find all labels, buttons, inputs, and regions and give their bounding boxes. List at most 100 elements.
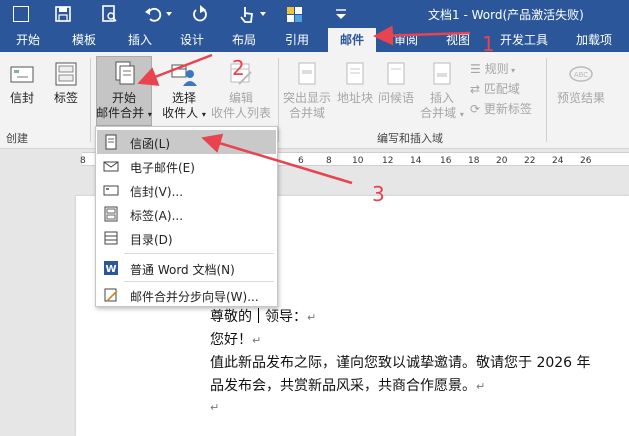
match-fields-icon: ⇄ bbox=[470, 82, 484, 96]
select-dropdown-icon: ▾ bbox=[201, 110, 206, 119]
menu-label: 普通 Word 文档(N) bbox=[130, 263, 235, 277]
menu-label: 信函(L) bbox=[130, 137, 171, 151]
group-create-label: 创建 bbox=[6, 132, 28, 145]
tab-home[interactable]: 开始 bbox=[6, 28, 50, 52]
address-block-button[interactable]: 地址块 bbox=[335, 60, 375, 106]
ruler-number: 18 bbox=[468, 156, 480, 166]
paragraph-mark: ↵ bbox=[252, 334, 262, 347]
doc-salutation[interactable]: 尊敬的 领导：↵ bbox=[210, 306, 316, 326]
greeting-text: 您好！ bbox=[210, 332, 252, 348]
rules-dropdown-icon: ▾ bbox=[508, 66, 516, 75]
menu-item-directory[interactable]: 目录(D) bbox=[97, 226, 276, 250]
word-doc-icon: W bbox=[104, 261, 118, 275]
undo-icon[interactable] bbox=[142, 3, 164, 25]
customize-qat-icon[interactable] bbox=[330, 3, 352, 25]
envelopes-label: 信封 bbox=[9, 91, 34, 105]
tab-templates[interactable]: 模板 bbox=[62, 28, 106, 52]
insert-merge-field-button[interactable]: 插入 合并域 ▾ bbox=[418, 60, 466, 122]
word-logo-icon bbox=[13, 6, 29, 22]
tab-mailings[interactable]: 邮件 bbox=[328, 28, 376, 52]
tab-view[interactable]: 视图 bbox=[436, 28, 480, 52]
rules-button[interactable]: ☰ 规则 ▾ bbox=[470, 62, 515, 78]
preview-results-icon: ABC bbox=[569, 66, 593, 82]
save-icon[interactable] bbox=[52, 3, 74, 25]
menu-item-normal-word-doc[interactable]: W 普通 Word 文档(N) bbox=[97, 256, 276, 280]
menu-item-letters[interactable]: 信函(L) bbox=[97, 130, 276, 154]
highlight-fields-icon bbox=[298, 62, 316, 85]
menu-label: 信封(V)... bbox=[130, 185, 184, 199]
menu-separator bbox=[124, 253, 274, 254]
svg-text:W: W bbox=[105, 264, 116, 275]
group-separator bbox=[546, 58, 547, 142]
preview-results-button[interactable]: ABC 预览结果 bbox=[552, 60, 610, 106]
menu-label: 电子邮件(E) bbox=[130, 161, 195, 175]
doc-body-line[interactable]: 值此新品发布之际，谨向您致以诚挚邀请。敬请您于 2026 年 bbox=[210, 352, 591, 372]
menu-item-labels[interactable]: 标签(A)... bbox=[97, 202, 276, 226]
ruler-number: 20 bbox=[496, 156, 508, 166]
touch-mode-icon[interactable] bbox=[236, 3, 258, 25]
menu-item-envelopes[interactable]: 信封(V)... bbox=[97, 178, 276, 202]
body-text: 品发布会，共赏新品风采，共商合作愿景。 bbox=[210, 378, 476, 394]
select-recipients-line2: 收件人 bbox=[162, 106, 199, 120]
tab-references[interactable]: 引用 bbox=[275, 28, 319, 52]
quick-access-custom-icon[interactable] bbox=[284, 3, 306, 25]
highlight-line2: 合并域 bbox=[288, 106, 325, 120]
match-fields-button[interactable]: ⇄ 匹配域 bbox=[470, 82, 520, 97]
text-cursor bbox=[258, 308, 259, 323]
envelope-icon bbox=[10, 66, 34, 83]
highlight-merge-fields-button[interactable]: 突出显示 合并域 bbox=[280, 60, 334, 121]
greeting-line-button[interactable]: 问候语 bbox=[376, 60, 416, 106]
start-mail-merge-line2: 邮件合并 bbox=[96, 106, 145, 120]
email-icon bbox=[103, 161, 119, 172]
touch-dropdown-icon[interactable] bbox=[256, 3, 278, 25]
redo-icon[interactable] bbox=[190, 3, 212, 25]
tab-layout[interactable]: 布局 bbox=[222, 28, 266, 52]
menu-item-email[interactable]: 电子邮件(E) bbox=[97, 154, 276, 178]
ruler-number: 26 bbox=[580, 156, 592, 166]
select-recipients-line1: 选择 bbox=[171, 91, 196, 105]
ruler-number: 24 bbox=[552, 156, 564, 166]
ruler-number: 8 bbox=[80, 156, 86, 166]
select-recipients-button[interactable]: 选择 收件人 ▾ bbox=[158, 60, 210, 122]
group-separator bbox=[278, 58, 279, 142]
update-labels-label: 更新标签 bbox=[483, 102, 532, 116]
undo-dropdown-icon[interactable] bbox=[162, 3, 184, 25]
salutation-title: 领导： bbox=[265, 309, 307, 325]
tab-addins[interactable]: 加载项 bbox=[566, 28, 622, 52]
start-mail-merge-button[interactable]: 开始 邮件合并 ▾ bbox=[96, 60, 152, 122]
tab-design[interactable]: 设计 bbox=[170, 28, 214, 52]
print-preview-icon[interactable] bbox=[98, 3, 120, 25]
labels-button[interactable]: 标签 bbox=[48, 60, 84, 106]
mail-merge-icon bbox=[115, 61, 135, 85]
envelopes-button[interactable]: 信封 bbox=[4, 60, 40, 106]
doc-greeting[interactable]: 您好！↵ bbox=[210, 329, 261, 349]
preview-results-label: 预览结果 bbox=[556, 91, 605, 105]
tab-review[interactable]: 审阅 bbox=[384, 28, 428, 52]
menu-label: 标签(A)... bbox=[130, 209, 184, 223]
wizard-icon bbox=[104, 288, 118, 302]
menu-item-step-by-step-wizard[interactable]: 邮件合并分步向导(W)... bbox=[97, 283, 276, 307]
mail-merge-dropdown-menu: 信函(L) 电子邮件(E) 信封(V)... 标签(A)... 目录(D) W … bbox=[95, 126, 278, 307]
doc-body-line2[interactable]: 品发布会，共赏新品风采，共商合作愿景。↵ bbox=[210, 375, 485, 395]
match-fields-label: 匹配域 bbox=[483, 82, 520, 96]
labels-icon bbox=[104, 206, 118, 222]
window-title: 文档1 - Word(产品激活失败) bbox=[428, 8, 584, 22]
update-labels-button[interactable]: ⟳ 更新标签 bbox=[470, 102, 532, 117]
ruler-number: 6 bbox=[298, 156, 304, 166]
rules-label: 规则 bbox=[484, 62, 509, 76]
highlight-line1: 突出显示 bbox=[282, 91, 331, 105]
tab-developer[interactable]: 开发工具 bbox=[492, 28, 556, 52]
insert-field-line2: 合并域 bbox=[420, 106, 457, 120]
labels-icon bbox=[55, 62, 77, 86]
insert-field-icon bbox=[433, 62, 451, 85]
annotation-number-3: 3 bbox=[372, 182, 385, 206]
update-labels-icon: ⟳ bbox=[470, 102, 484, 116]
address-block-icon bbox=[346, 62, 364, 85]
group-separator bbox=[90, 58, 91, 142]
annotation-number-2: 2 bbox=[232, 56, 245, 80]
paragraph-mark: ↵ bbox=[476, 380, 486, 393]
menu-label: 邮件合并分步向导(W)... bbox=[130, 290, 259, 304]
tab-insert[interactable]: 插入 bbox=[118, 28, 162, 52]
select-recipients-icon bbox=[171, 64, 197, 86]
ruler-number: 8 bbox=[326, 156, 332, 166]
